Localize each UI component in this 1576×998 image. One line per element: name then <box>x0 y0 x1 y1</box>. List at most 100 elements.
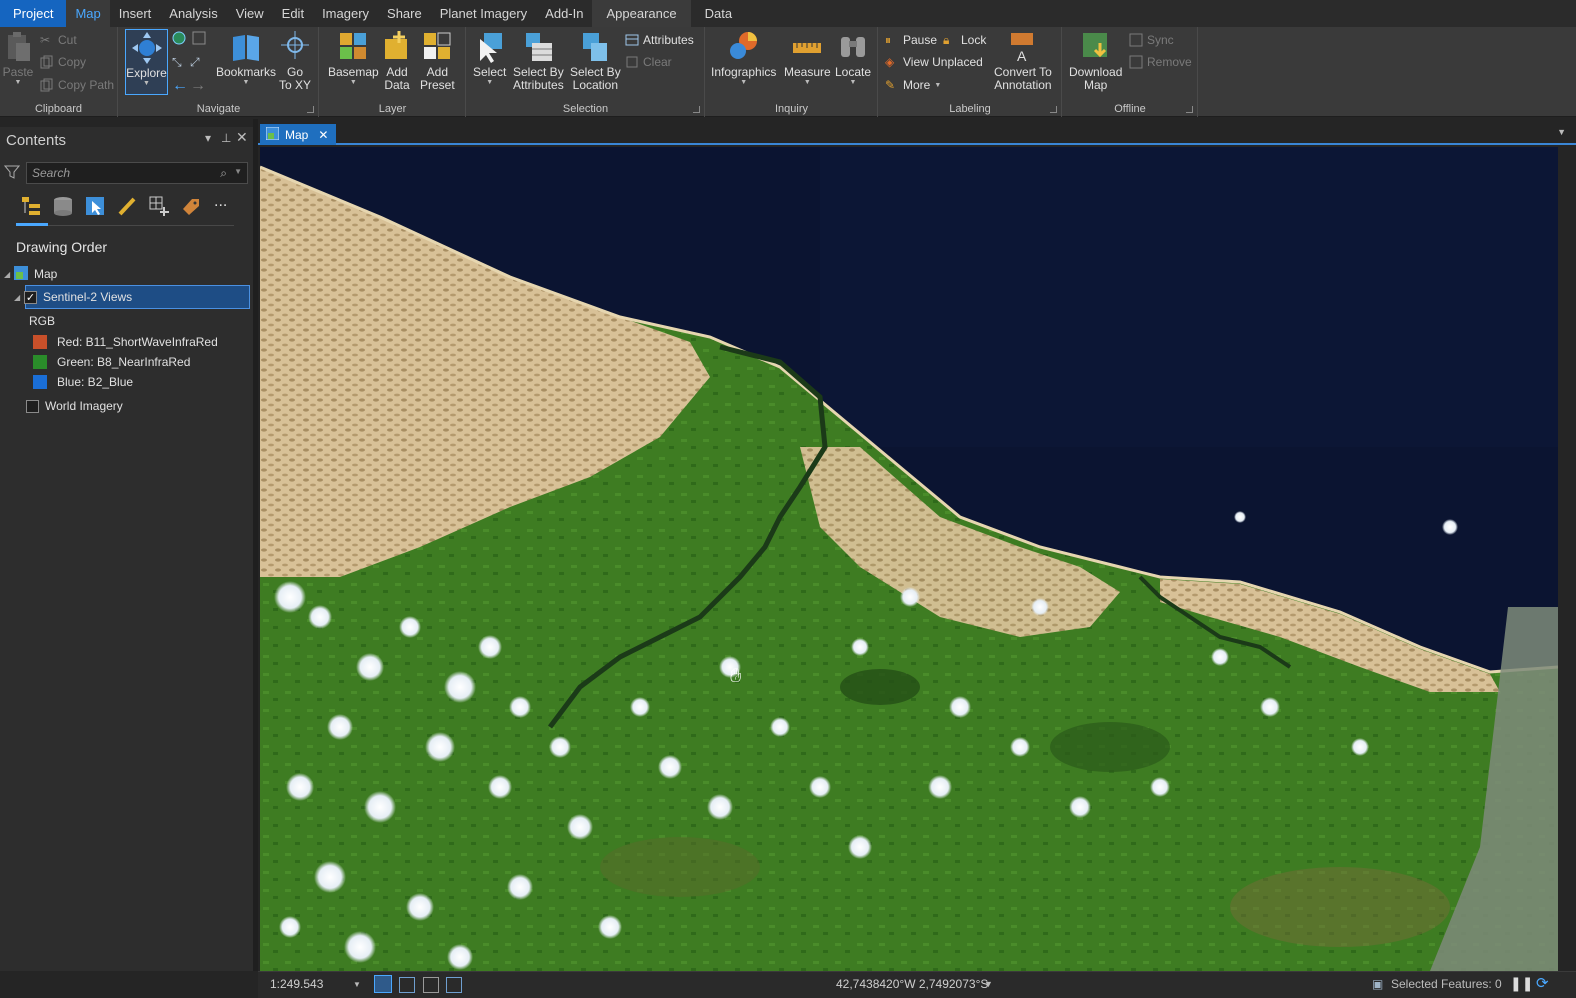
selection-group-label: Selection <box>562 103 609 115</box>
active-view-indicator <box>16 223 48 226</box>
navigate-dialog-launcher[interactable] <box>307 106 314 113</box>
tab-appearance[interactable]: Appearance <box>592 0 691 27</box>
tab-share[interactable]: Share <box>378 0 431 27</box>
red-band-swatch[interactable] <box>33 335 47 349</box>
list-by-selection-icon[interactable] <box>84 195 106 217</box>
list-by-labeling-icon[interactable] <box>180 195 202 217</box>
collapse-triangle-icon[interactable]: ◢ <box>14 293 24 302</box>
band-red-item[interactable]: Red: B11_ShortWaveInfraRed <box>33 331 218 353</box>
sync-button[interactable]: Sync <box>1129 33 1174 47</box>
tab-edit[interactable]: Edit <box>273 0 313 27</box>
remove-offline-button[interactable]: Remove <box>1129 55 1192 69</box>
more-options-icon[interactable]: ... <box>214 193 236 215</box>
go-to-xy-button[interactable]: Go To XY <box>279 29 311 92</box>
tab-imagery[interactable]: Imagery <box>313 0 378 27</box>
measure-button[interactable]: Measure ▼ <box>784 29 831 87</box>
pane-options-chevron-icon[interactable]: ▾ <box>205 131 211 145</box>
close-pane-icon[interactable]: ✕ <box>236 129 248 146</box>
list-by-editing-icon[interactable] <box>116 195 138 217</box>
cut-button[interactable]: ✂ Cut <box>40 33 77 47</box>
lock-labels-button[interactable]: 🔒︎ Lock <box>943 33 986 47</box>
paste-button[interactable]: Paste ▼ <box>2 29 34 87</box>
download-map-button[interactable]: Download Map <box>1069 29 1122 92</box>
copy-path-label: Copy Path <box>58 78 115 92</box>
layer-visibility-checkbox[interactable]: ✓ <box>24 290 37 304</box>
pane-splitter[interactable] <box>253 119 258 971</box>
navigate-group: Explore ▼ ⤡ ⤢ ← → Bookmarks ▼ Go To XY N… <box>119 27 319 117</box>
search-input[interactable]: Search ⌕ ▼ <box>26 162 248 184</box>
tab-view[interactable]: View <box>227 0 273 27</box>
tab-project[interactable]: Project <box>0 0 67 27</box>
layer-world-imagery[interactable]: World Imagery <box>26 395 123 417</box>
tab-data[interactable]: Data <box>691 0 746 27</box>
filter-icon[interactable] <box>3 164 21 183</box>
add-preset-button[interactable]: Add Preset <box>420 29 455 92</box>
select-by-attributes-button[interactable]: Select By Attributes <box>513 29 564 92</box>
labeling-dialog-launcher[interactable] <box>1050 106 1057 113</box>
close-tab-icon[interactable]: ✕ <box>318 128 328 142</box>
select-by-location-icon <box>579 29 611 65</box>
map-scale-field[interactable]: 1:249.543 <box>270 977 323 991</box>
select-button[interactable]: Select ▼ <box>473 29 506 87</box>
view-list-chevron-icon[interactable]: ▼ <box>1557 127 1566 137</box>
select-label: Select <box>473 65 507 79</box>
pause-labeling-button[interactable]: ⏸ Pause <box>885 33 937 47</box>
refresh-direction-icon[interactable] <box>446 977 463 993</box>
add-data-button[interactable]: Add Data <box>381 29 413 92</box>
map-canvas[interactable]: ✋︎ <box>260 147 1558 971</box>
tab-planet-imagery[interactable]: Planet Imagery <box>431 0 536 27</box>
scale-dropdown-chevron-icon[interactable]: ▼ <box>353 980 361 989</box>
pin-icon[interactable]: ⊥ <box>221 131 231 145</box>
infographics-button[interactable]: Infographics ▼ <box>711 29 776 87</box>
tab-analysis[interactable]: Analysis <box>160 0 226 27</box>
coordinate-format-chevron-icon[interactable]: ▼ <box>984 979 993 989</box>
search-options-chevron-icon[interactable]: ▼ <box>234 167 242 176</box>
explore-button[interactable]: Explore ▼ <box>125 29 168 95</box>
view-unplaced-button[interactable]: ◈ View Unplaced <box>885 55 983 69</box>
download-map-icon <box>1080 29 1112 65</box>
infographics-icon <box>728 29 760 65</box>
chevron-down-icon: ▼ <box>849 79 857 86</box>
convert-to-annotation-button[interactable]: A Convert To Annotation <box>994 29 1052 92</box>
map-view-tab[interactable]: Map ✕ <box>260 124 337 145</box>
select-by-location-button[interactable]: Select By Location <box>570 29 621 92</box>
map-item-label: Map <box>34 267 58 281</box>
offline-dialog-launcher[interactable] <box>1186 106 1193 113</box>
blue-band-swatch[interactable] <box>33 375 47 389</box>
green-band-swatch[interactable] <box>33 355 47 369</box>
search-icon[interactable]: ⌕ <box>220 166 227 181</box>
previous-next-extent-buttons[interactable]: ← → <box>172 77 206 94</box>
fixed-zoom-buttons[interactable]: ⤡ ⤢ <box>172 55 204 69</box>
grid-snap-icon[interactable] <box>374 975 392 993</box>
full-extent-button[interactable] <box>172 31 206 45</box>
bookmarks-button[interactable]: Bookmarks ▼ <box>216 29 276 87</box>
band-blue-item[interactable]: Blue: B2_Blue <box>33 371 133 393</box>
list-by-data-source-icon[interactable] <box>52 195 74 217</box>
tab-insert[interactable]: Insert <box>110 0 161 27</box>
table-grid-icon[interactable] <box>422 977 439 993</box>
band-green-item[interactable]: Green: B8_NearInfraRed <box>33 351 190 373</box>
list-by-snapping-icon[interactable] <box>148 195 170 217</box>
world-imagery-visibility-checkbox[interactable] <box>26 399 39 413</box>
tab-map[interactable]: Map <box>66 0 110 27</box>
basemap-button[interactable]: Basemap ▼ <box>328 29 379 87</box>
selection-dialog-launcher[interactable] <box>693 106 700 113</box>
attributes-button[interactable]: Attributes <box>625 33 694 47</box>
rgb-symbology-heading: RGB <box>29 310 55 332</box>
collapse-triangle-icon[interactable]: ◢ <box>4 270 14 279</box>
graticule-icon[interactable] <box>399 977 416 993</box>
pause-drawing-icon[interactable]: ❚❚ <box>1510 975 1533 992</box>
map-tree-item[interactable]: ◢ Map <box>4 263 57 285</box>
drawing-order-heading: Drawing Order <box>16 239 108 255</box>
clear-icon <box>625 55 639 69</box>
clear-selection-button[interactable]: Clear <box>625 55 672 69</box>
tab-add-in[interactable]: Add-In <box>536 0 592 27</box>
refresh-icon[interactable]: ⟳ <box>1536 974 1549 992</box>
list-by-drawing-order-icon[interactable] <box>20 195 42 217</box>
layer-sentinel-2-views[interactable]: ◢ ✓ Sentinel-2 Views <box>14 286 132 308</box>
copy-button[interactable]: Copy <box>40 55 86 69</box>
search-placeholder: Search <box>32 166 71 180</box>
locate-button[interactable]: Locate ▼ <box>835 29 871 87</box>
copy-path-button[interactable]: Copy Path <box>40 78 114 92</box>
more-labeling-button[interactable]: ✎ More ▼ <box>885 78 941 92</box>
